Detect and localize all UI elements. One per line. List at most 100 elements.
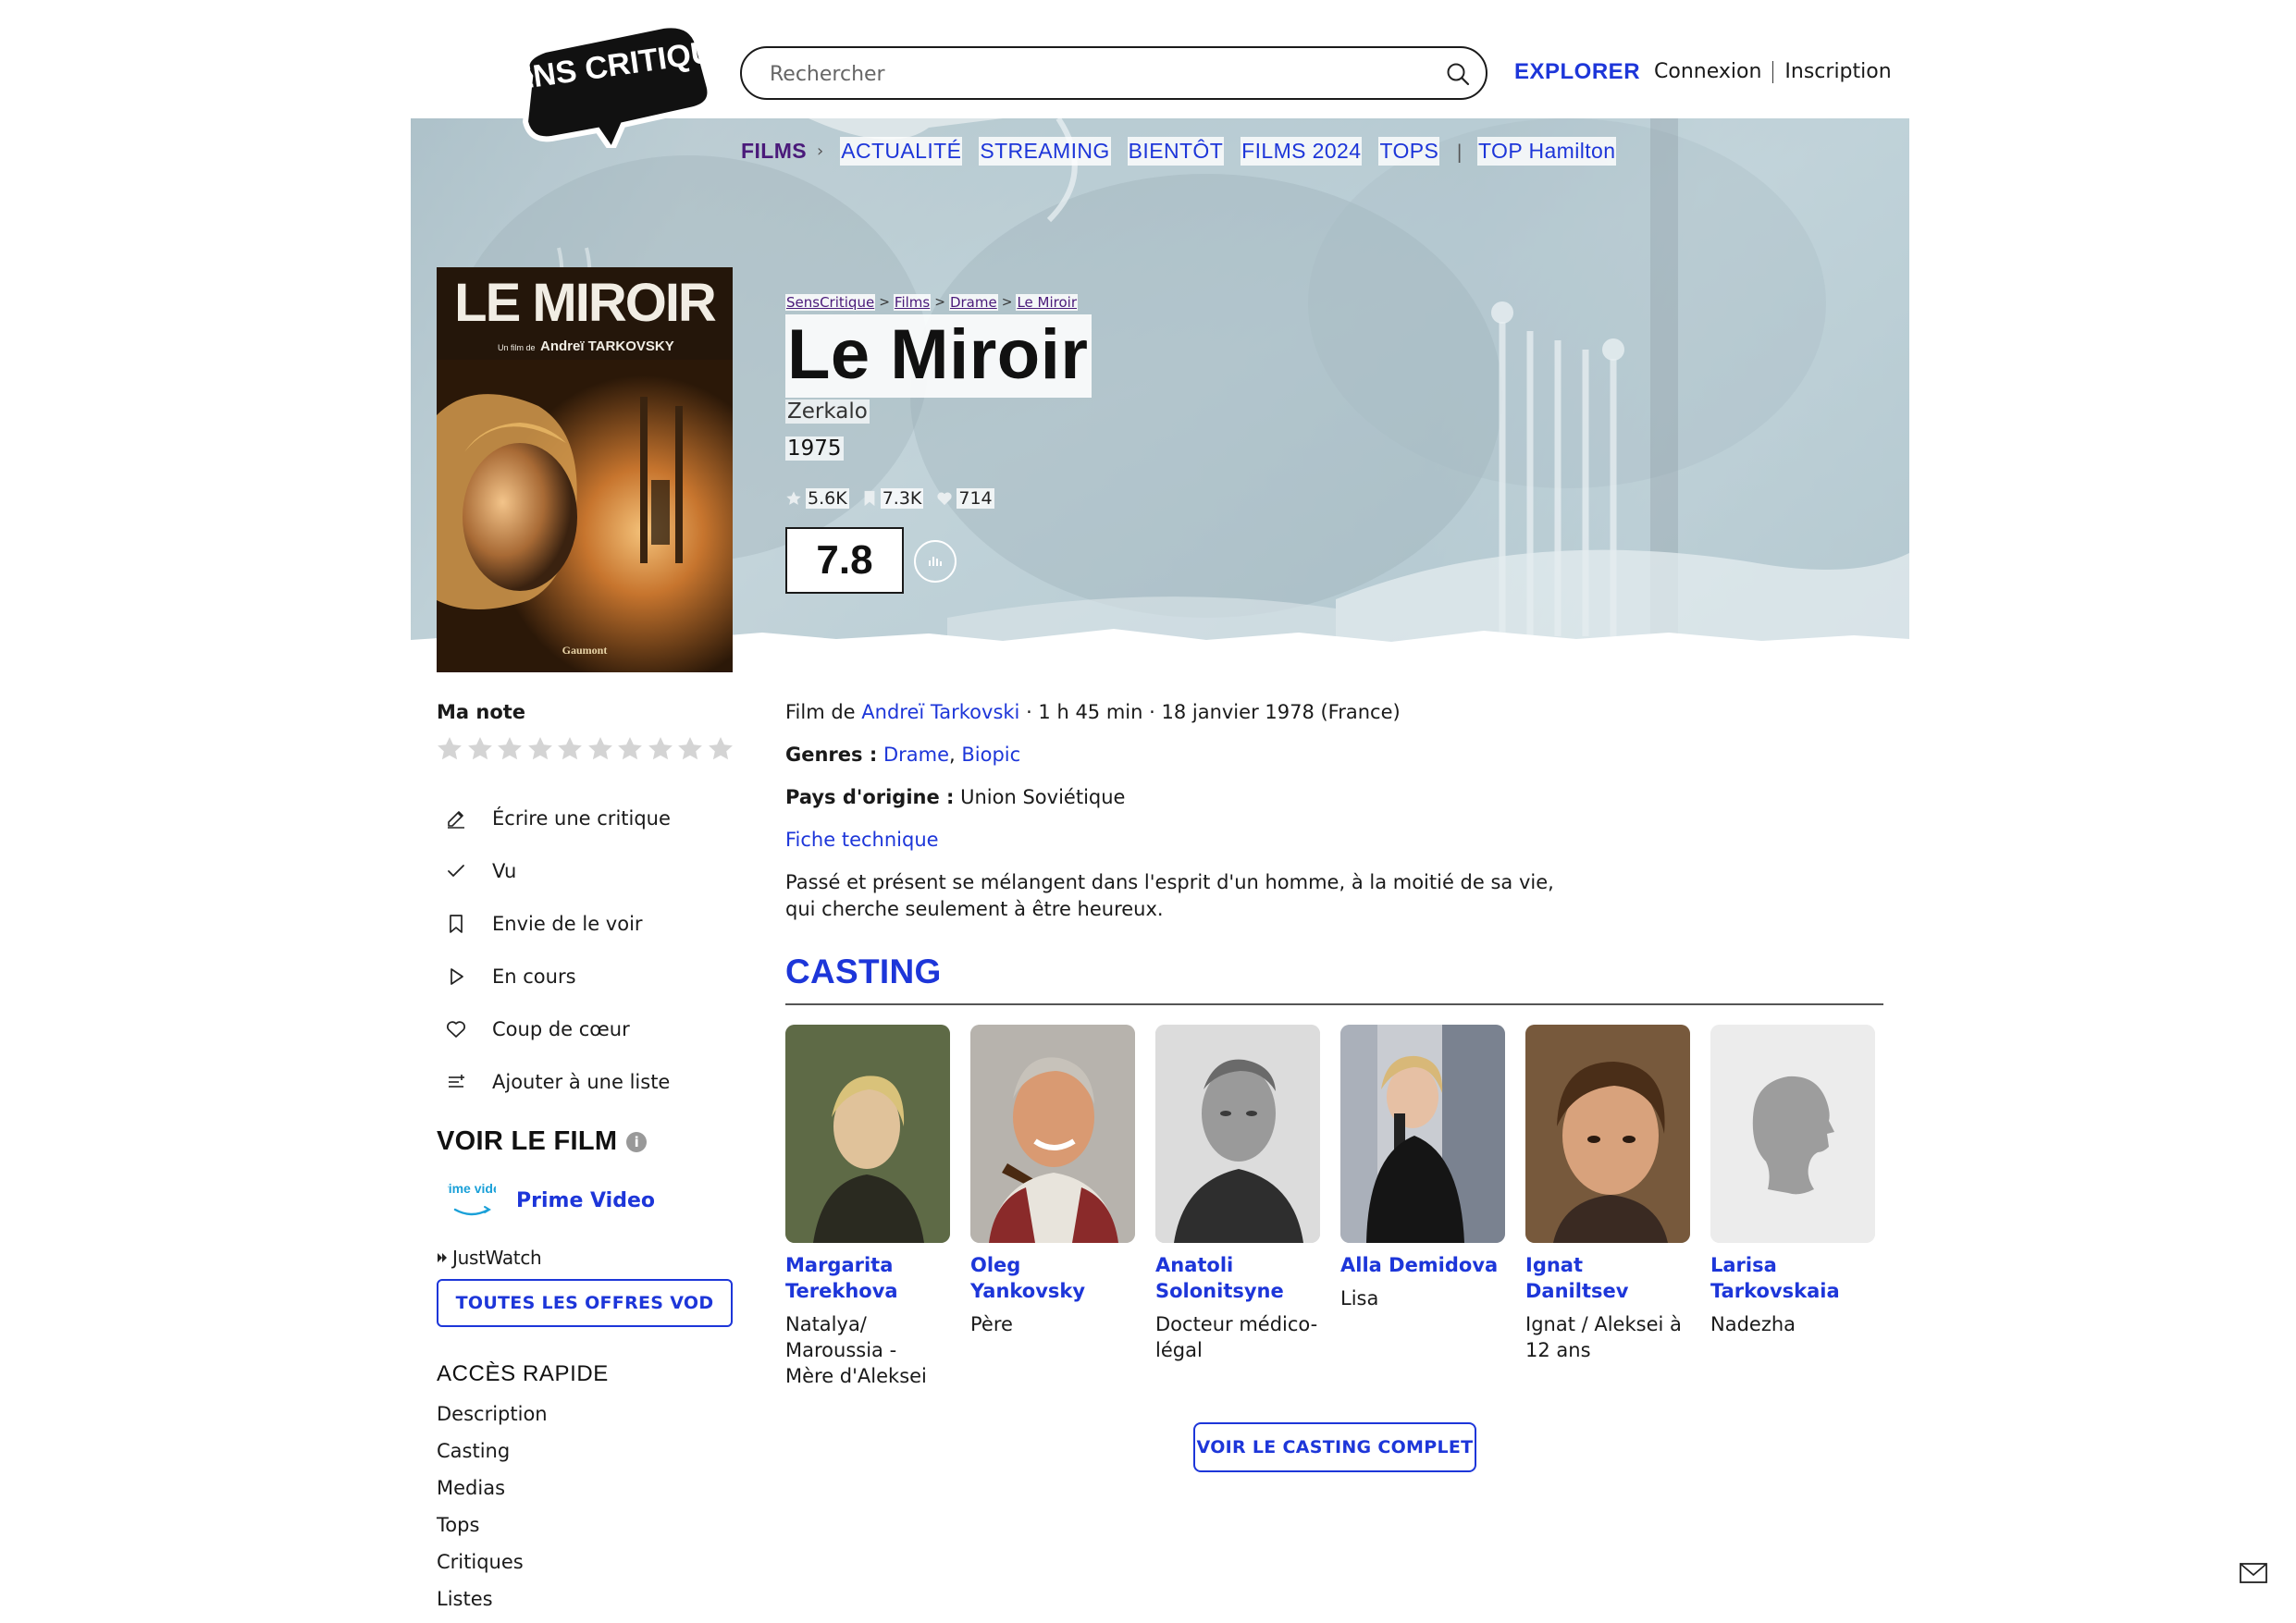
login-link[interactable]: Connexion [1654,60,1761,83]
film-meta-line: Film de Andreï Tarkovski · 1 h 45 min · … [785,701,1401,723]
country-line: Pays d'origine : Union Soviétique [785,786,1125,808]
justwatch-credit[interactable]: JustWatch [436,1247,542,1269]
genre-link-drame[interactable]: Drame [883,744,949,766]
subnav-films[interactable]: FILMS [740,137,808,166]
senscritique-logo[interactable]: SENS CRITIQUE [489,22,736,157]
rating-star-icon[interactable] [435,734,464,764]
breadcrumb-drame[interactable]: Drame [948,294,998,311]
subnav-tops[interactable]: TOPS [1378,137,1440,166]
write-review-action[interactable]: Écrire une critique [442,792,671,844]
cast-card[interactable]: Anatoli Solonitsyne Docteur médico-légal [1155,1025,1320,1389]
rating-distribution-button[interactable] [914,540,957,583]
cast-list: Margarita Terekhova Natalya/ Maroussia -… [785,1025,1895,1389]
actor-name[interactable]: Anatoli Solonitsyne [1155,1252,1320,1304]
all-vod-offers-button[interactable]: TOUTES LES OFFRES VOD [437,1279,733,1327]
rating-star-icon[interactable] [706,734,735,764]
genre-link-biopic[interactable]: Biopic [961,744,1020,766]
actor-role: Natalya/ Maroussia - Mère d'Aleksei [785,1313,927,1387]
actor-photo-placeholder[interactable] [1710,1025,1875,1243]
actor-name[interactable]: Ignat Daniltsev [1525,1252,1690,1304]
synopsis: Passé et présent se mélangent dans l'esp… [785,871,1554,920]
technical-sheet-link[interactable]: Fiche technique [785,829,939,851]
actor-name[interactable]: Oleg Yankovsky [970,1252,1135,1304]
provider-name[interactable]: Prime Video [516,1189,655,1212]
quick-link-medias[interactable]: Medias [437,1474,548,1511]
person-silhouette-icon [1710,1025,1875,1243]
breadcrumb-senscritique[interactable]: SensCritique [785,294,876,311]
subnav-bientot[interactable]: BIENTÔT [1127,137,1225,166]
watch-section-title: VOIR LE FILM i [437,1126,648,1157]
rating-star-icon[interactable] [555,734,585,764]
genres-label: Genres : [785,744,878,766]
actor-name[interactable]: Margarita Terekhova [785,1252,950,1304]
my-rating-label: Ma note [437,701,526,723]
info-icon[interactable]: i [626,1131,648,1152]
rating-star-icon[interactable] [615,734,645,764]
wishlist-action[interactable]: Envie de le voir [442,897,671,950]
actor-photo[interactable] [1525,1025,1690,1243]
quick-link-listes[interactable]: Listes [437,1585,548,1622]
auth-links: Connexion Inscription [1654,60,1892,83]
cast-card[interactable]: Oleg Yankovsky Père [970,1025,1135,1389]
actor-role: Ignat / Aleksei à 12 ans [1525,1313,1682,1361]
casting-divider [785,1003,1883,1005]
meta-prefix: Film de [785,701,856,723]
seen-label: Vu [492,859,517,882]
rating-star-icon[interactable] [675,734,705,764]
search-bar[interactable] [740,46,1487,100]
rating-star-icon[interactable] [646,734,675,764]
full-cast-button[interactable]: VOIR LE CASTING COMPLET [1193,1422,1476,1472]
breadcrumb-films[interactable]: Films [893,294,932,311]
signup-link[interactable]: Inscription [1784,60,1891,83]
search-input[interactable] [770,57,1417,91]
quick-link-tops[interactable]: Tops [437,1511,548,1548]
in-progress-action[interactable]: En cours [442,950,671,1002]
actor-photo[interactable] [970,1025,1135,1243]
explorer-link[interactable]: EXPLORER [1514,59,1640,85]
add-to-list-action[interactable]: Ajouter à une liste [442,1055,671,1108]
justwatch-label: JustWatch [452,1247,542,1269]
quick-access-title: ACCÈS RAPIDE [437,1361,609,1386]
rating-star-icon[interactable] [525,734,555,764]
cast-card[interactable]: Larisa Tarkovskaia Nadezha [1710,1025,1875,1389]
film-stats: 5.6K 7.3K 714 [785,488,1007,509]
cast-card[interactable]: Ignat Daniltsev Ignat / Aleksei à 12 ans [1525,1025,1690,1389]
auth-separator [1772,60,1774,83]
quick-link-critiques[interactable]: Critiques [437,1548,548,1585]
add-to-list-label: Ajouter à une liste [492,1070,671,1093]
films-subnav: FILMS › ACTUALITÉ STREAMING BIENTÔT FILM… [740,137,1633,166]
original-title: Zerkalo [785,400,870,424]
my-rating-stars[interactable] [435,734,735,764]
subnav-actualite[interactable]: ACTUALITÉ [840,137,963,166]
rating-star-icon[interactable] [495,734,525,764]
actor-name[interactable]: Alla Demidova [1340,1252,1505,1278]
breadcrumb-le-miroir[interactable]: Le Miroir [1016,294,1079,311]
actor-photo[interactable] [1340,1025,1505,1243]
cast-card[interactable]: Alla Demidova Lisa [1340,1025,1505,1389]
actor-role: Nadezha [1710,1313,1796,1335]
search-icon[interactable] [1445,61,1471,87]
rating-star-icon[interactable] [586,734,615,764]
cast-card[interactable]: Margarita Terekhova Natalya/ Maroussia -… [785,1025,950,1389]
rating-count-value: 5.6K [806,488,849,509]
quick-link-casting[interactable]: Casting [437,1437,548,1474]
play-icon [442,963,470,990]
actor-photo[interactable] [785,1025,950,1243]
seen-action[interactable]: Vu [442,844,671,897]
mail-icon[interactable] [2239,1561,2268,1585]
quick-link-description[interactable]: Description [437,1400,548,1437]
breadcrumb-separator: > [879,295,890,310]
director-link[interactable]: Andreï Tarkovski [861,701,1019,723]
subnav-films-2024[interactable]: FILMS 2024 [1241,137,1363,166]
subnav-streaming[interactable]: STREAMING [979,137,1111,166]
favorite-action[interactable]: Coup de cœur [442,1002,671,1055]
rating-star-icon[interactable] [465,734,495,764]
pencil-icon [442,805,470,832]
subnav-top-hamilton[interactable]: TOP Hamilton [1477,137,1617,166]
actor-photo[interactable] [1155,1025,1320,1243]
provider-prime-video[interactable]: prime video Prime Video [448,1178,655,1223]
film-poster[interactable]: LE MIROIR Un film de Andreï TARKOVSKY Ga… [437,267,733,672]
breadcrumb-separator: > [934,295,945,310]
actor-name[interactable]: Larisa Tarkovskaia [1710,1252,1875,1304]
check-icon [442,857,470,885]
